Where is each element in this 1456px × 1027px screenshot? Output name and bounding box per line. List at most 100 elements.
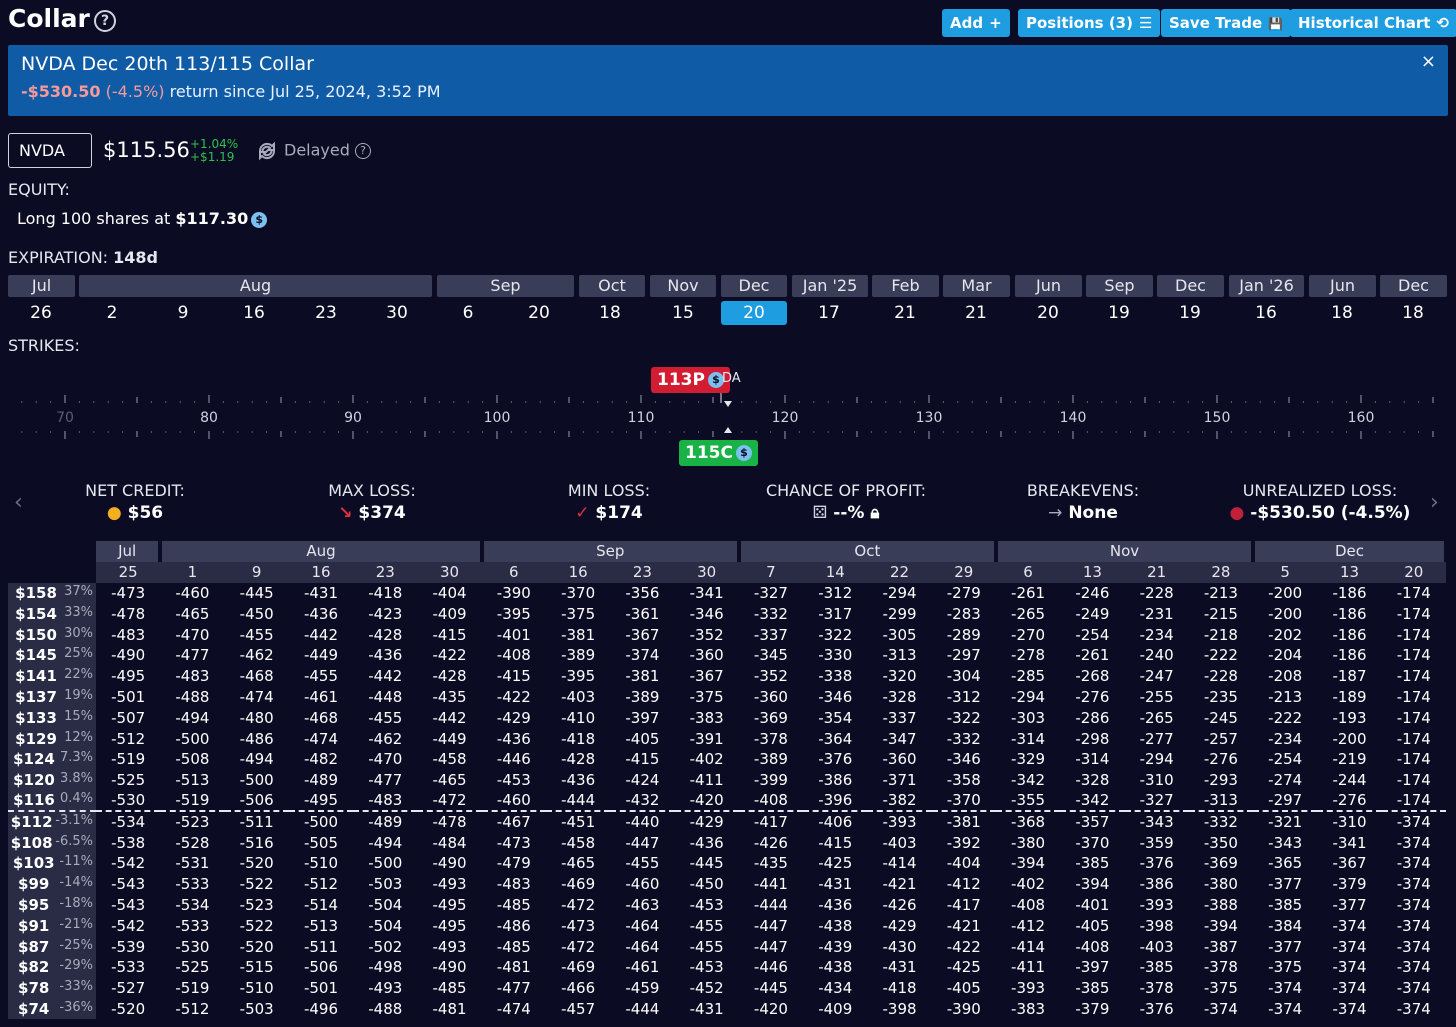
pl-cell[interactable]: -383 [996,999,1060,1020]
pl-cell[interactable]: -500 [289,811,353,832]
pl-cell[interactable]: -374 [1382,915,1446,936]
pl-cell[interactable]: -297 [932,645,996,666]
pl-cell[interactable]: -415 [610,749,674,770]
pl-cell[interactable]: -397 [610,707,674,728]
pl-cell[interactable]: -478 [96,603,160,624]
pl-cell[interactable]: -294 [867,583,931,604]
pl-cell[interactable]: -459 [610,978,674,999]
pl-cell[interactable]: -519 [160,978,224,999]
historical-chart-button[interactable]: Historical Chart ⟲ [1290,9,1456,37]
pl-cell[interactable]: -193 [1317,707,1381,728]
pl-cell[interactable]: -488 [353,999,417,1020]
pl-cell[interactable]: -539 [96,936,160,957]
pl-cell[interactable]: -500 [160,728,224,749]
pl-cell[interactable]: -174 [1382,728,1446,749]
pl-cell[interactable]: -444 [739,895,803,916]
help-icon[interactable]: ? [354,143,371,159]
pl-cell[interactable]: -480 [225,707,289,728]
pl-cell[interactable]: -394 [996,853,1060,874]
pl-cell[interactable]: -294 [1125,749,1189,770]
pl-cell[interactable]: -483 [482,874,546,895]
pl-cell[interactable]: -481 [482,957,546,978]
pl-cell[interactable]: -504 [353,895,417,916]
pl-cell[interactable]: -511 [225,811,289,832]
pl-cell[interactable]: -376 [1125,853,1189,874]
pl-cell[interactable]: -439 [803,936,867,957]
pl-cell[interactable]: -231 [1125,603,1189,624]
pl-cell[interactable]: -455 [353,707,417,728]
pl-cell[interactable]: -374 [1382,957,1446,978]
expiration-date[interactable]: 18 [1309,301,1375,325]
pl-cell[interactable]: -490 [417,957,481,978]
pl-cell[interactable]: -436 [803,895,867,916]
pl-cell[interactable]: -485 [482,936,546,957]
pl-cell[interactable]: -472 [546,936,610,957]
pl-cell[interactable]: -451 [546,811,610,832]
pl-cell[interactable]: -255 [1125,687,1189,708]
pl-cell[interactable]: -445 [739,978,803,999]
pl-cell[interactable]: -422 [482,687,546,708]
pl-cell[interactable]: -360 [675,645,739,666]
pl-cell[interactable]: -412 [996,915,1060,936]
pl-cell[interactable]: -174 [1382,770,1446,791]
pl-cell[interactable]: -328 [1060,770,1124,791]
pl-cell[interactable]: -368 [996,811,1060,832]
pl-cell[interactable]: -422 [417,645,481,666]
pl-cell[interactable]: -277 [1125,728,1189,749]
pl-cell[interactable]: -469 [546,874,610,895]
pl-cell[interactable]: -364 [803,728,867,749]
pl-cell[interactable]: -402 [675,749,739,770]
pl-cell[interactable]: -507 [96,707,160,728]
pl-cell[interactable]: -411 [996,957,1060,978]
pl-cell[interactable]: -375 [675,687,739,708]
pl-cell[interactable]: -276 [1189,749,1253,770]
pl-cell[interactable]: -370 [931,790,996,813]
pl-cell[interactable]: -421 [932,915,996,936]
pl-cell[interactable]: -516 [225,832,289,853]
pl-cell[interactable]: -430 [867,936,931,957]
pl-cell[interactable]: -235 [1189,687,1253,708]
pl-cell[interactable]: -234 [1125,624,1189,645]
add-button[interactable]: Add + [942,9,1010,37]
pl-cell[interactable]: -385 [1253,895,1317,916]
pl-cell[interactable]: -417 [739,811,803,832]
pl-cell[interactable]: -208 [1253,666,1317,687]
pl-cell[interactable]: -374 [1382,853,1446,874]
pl-cell[interactable]: -347 [867,728,931,749]
pl-cell[interactable]: -278 [996,645,1060,666]
expiration-date[interactable]: 20 [506,301,572,325]
pl-cell[interactable]: -468 [289,707,353,728]
positions-button[interactable]: Positions (3) ☰ [1018,9,1161,37]
pl-cell[interactable]: -385 [1060,853,1124,874]
pl-cell[interactable]: -520 [225,853,289,874]
pl-cell[interactable]: -393 [1125,895,1189,916]
pl-cell[interactable]: -393 [867,811,931,832]
pl-cell[interactable]: -464 [610,936,674,957]
refresh-icon[interactable] [256,140,278,162]
pl-cell[interactable]: -265 [1125,707,1189,728]
pl-cell[interactable]: -455 [675,915,739,936]
pl-cell[interactable]: -254 [1060,624,1124,645]
pl-cell[interactable]: -350 [1189,832,1253,853]
pl-cell[interactable]: -384 [1253,915,1317,936]
pl-cell[interactable]: -397 [1060,957,1124,978]
pl-cell[interactable]: -346 [932,749,996,770]
pl-cell[interactable]: -218 [1189,624,1253,645]
pl-cell[interactable]: -410 [546,707,610,728]
pl-cell[interactable]: -513 [289,915,353,936]
pl-cell[interactable]: -228 [1125,583,1189,604]
pl-cell[interactable]: -455 [225,624,289,645]
pl-cell[interactable]: -452 [675,978,739,999]
pl-cell[interactable]: -404 [417,583,481,604]
pl-cell[interactable]: -418 [867,978,931,999]
pl-cell[interactable]: -379 [1060,999,1124,1020]
pl-cell[interactable]: -440 [610,811,674,832]
pl-cell[interactable]: -257 [1189,728,1253,749]
pl-cell[interactable]: -294 [996,687,1060,708]
pl-cell[interactable]: -361 [610,603,674,624]
pl-cell[interactable]: -432 [610,790,675,813]
pl-cell[interactable]: -438 [803,957,867,978]
pl-cell[interactable]: -420 [739,999,803,1020]
pl-cell[interactable]: -213 [1189,583,1253,604]
pl-cell[interactable]: -428 [353,624,417,645]
